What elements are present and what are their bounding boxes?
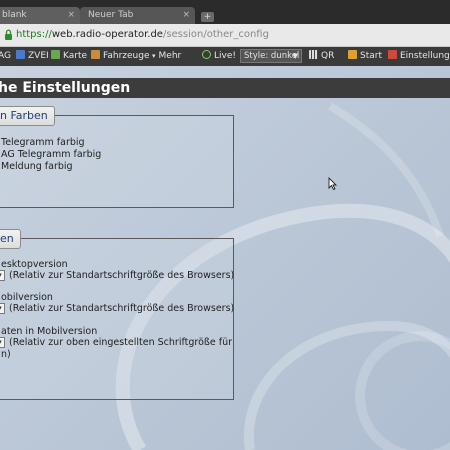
- mobile-fontsize-select[interactable]: ▾: [0, 303, 5, 314]
- bookmark-zvei[interactable]: ZVEI: [16, 47, 49, 66]
- option-message-colored[interactable]: Meldung farbig: [1, 161, 73, 172]
- url-text[interactable]: https://web.radio-operator.de/session/ot…: [16, 28, 269, 42]
- bookmark-start[interactable]: Start: [348, 47, 382, 66]
- settings-icon: [388, 50, 397, 59]
- bookmark-label: Einstellungen: [400, 51, 450, 61]
- tab-blank[interactable]: blank ×: [0, 7, 80, 24]
- bookmark-label: ZVEI: [28, 51, 49, 61]
- mobile-data-fontsize-hint: (Relativ zur oben eingestellten Schriftg…: [9, 337, 233, 348]
- close-icon[interactable]: ×: [182, 7, 190, 24]
- lock-icon: [5, 29, 12, 40]
- mobile-fontsize-label: obilversion: [1, 292, 53, 303]
- bookmark-label: Fahrzeuge: [103, 51, 150, 61]
- chevron-down-icon: ▼: [292, 52, 298, 60]
- fontsize-fieldset: en esktopversion ▾ (Relativ zur Standart…: [0, 229, 235, 400]
- qr-icon: [309, 50, 318, 59]
- browser-tab-strip: blank × Neuer Tab × +: [0, 0, 450, 24]
- map-icon: [51, 50, 60, 59]
- mobile-data-fontsize-select[interactable]: ▾: [0, 337, 5, 348]
- mouse-cursor-icon: [328, 177, 337, 190]
- desktop-fontsize-label: esktopversion: [1, 259, 68, 270]
- tab-new[interactable]: Neuer Tab ×: [80, 7, 195, 24]
- mobile-data-fontsize-hint-cont: n): [1, 349, 11, 360]
- bookmark-mehr[interactable]: ▾ Mehr: [152, 47, 181, 66]
- chevron-down-icon: ▾: [0, 338, 2, 346]
- colors-legend: n Farben: [0, 106, 55, 126]
- mobile-data-fontsize-label: aten in Mobilversion: [1, 326, 98, 337]
- vehicle-icon: [91, 50, 100, 59]
- bookmark-karte[interactable]: Karte: [51, 47, 87, 66]
- mobile-fontsize-hint: (Relativ zur Standartschriftgröße des Br…: [9, 303, 235, 314]
- bookmark-fahrzeuge[interactable]: Fahrzeuge: [91, 47, 150, 66]
- page-content: he Einstellungen n Farben Telegramm farb…: [0, 66, 450, 450]
- chevron-down-icon: ▾: [152, 52, 156, 60]
- desktop-fontsize-select[interactable]: ▾: [0, 270, 5, 281]
- bookmark-label: Karte: [63, 51, 88, 61]
- bookmark-label: AG: [0, 51, 11, 61]
- live-icon: [202, 50, 211, 59]
- home-icon: [348, 50, 357, 59]
- style-select[interactable]: Style: dunkel ▼: [240, 49, 302, 63]
- url-path: /session/other_config: [162, 29, 269, 40]
- bookmark-einstellungen[interactable]: Einstellungen: [388, 47, 450, 66]
- style-select-value: Style: dunkel: [244, 51, 300, 61]
- fontsize-legend: en: [0, 229, 21, 249]
- zvei-icon: [16, 50, 25, 59]
- new-tab-button[interactable]: +: [201, 12, 214, 22]
- tab-label: Neuer Tab: [88, 10, 134, 20]
- bookmark-live[interactable]: Live!: [202, 47, 236, 66]
- chevron-down-icon: ▾: [0, 271, 2, 279]
- option-telegram-colored[interactable]: Telegramm farbig: [1, 137, 85, 148]
- address-bar[interactable]: https://web.radio-operator.de/session/ot…: [0, 24, 450, 47]
- desktop-fontsize-hint: (Relativ zur Standartschriftgröße des Br…: [9, 270, 235, 281]
- url-scheme: https://: [16, 29, 52, 40]
- colors-fieldset: n Farben Telegramm farbig AG Telegramm f…: [0, 106, 234, 208]
- bookmark-qr[interactable]: QR: [309, 47, 334, 66]
- page-title: he Einstellungen: [0, 78, 450, 98]
- close-icon[interactable]: ×: [67, 7, 75, 24]
- bookmark-label: Mehr: [158, 51, 182, 61]
- url-host: web.radio-operator.de: [51, 29, 163, 40]
- bookmark-label: Start: [360, 51, 382, 61]
- bookmark-label: Live!: [214, 51, 236, 61]
- bookmark-ag[interactable]: AG: [0, 47, 11, 66]
- bookmark-label: QR: [321, 51, 335, 61]
- option-ag-telegram-colored[interactable]: AG Telegramm farbig: [1, 149, 101, 160]
- tab-label: blank: [2, 10, 27, 20]
- bookmarks-bar: AG ZVEI Karte Fahrzeuge ▾ Mehr Live! Styl…: [0, 47, 450, 66]
- chevron-down-icon: ▾: [0, 304, 2, 312]
